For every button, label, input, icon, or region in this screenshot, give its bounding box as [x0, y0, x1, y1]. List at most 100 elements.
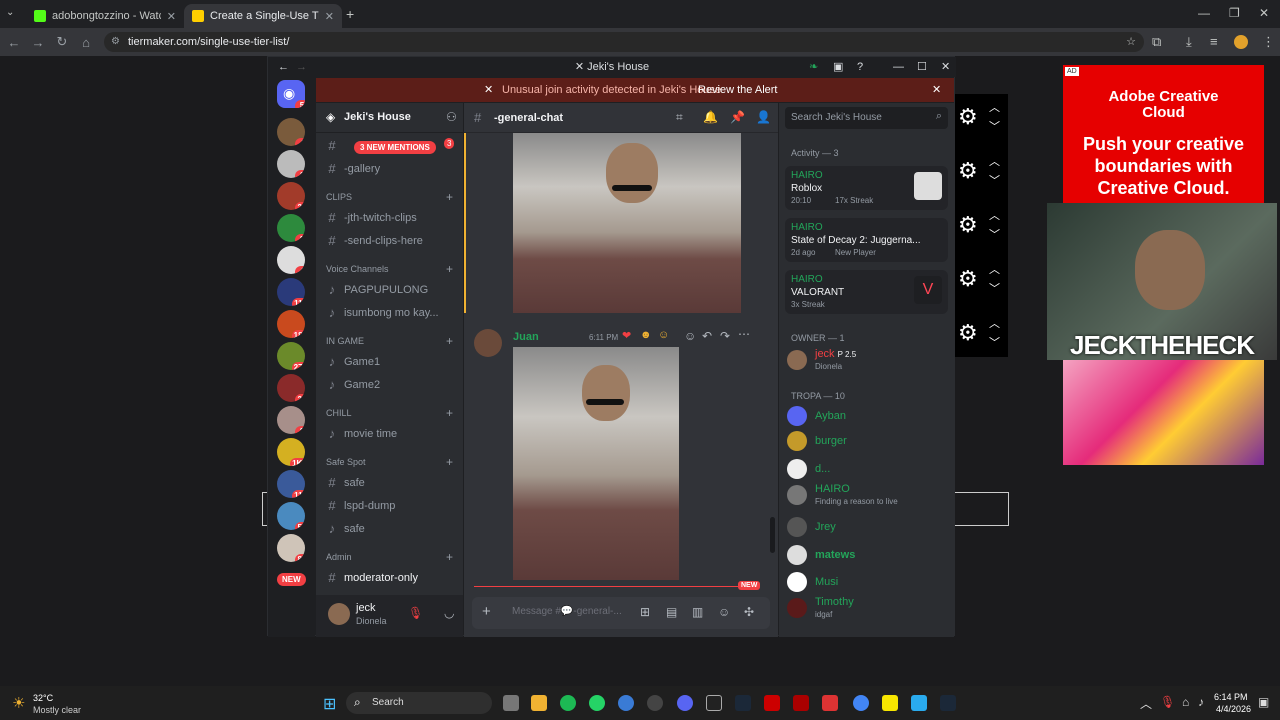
threads-icon[interactable]: ⌗	[676, 110, 683, 125]
member-row[interactable]: HAIRO Finding a reason to live	[787, 483, 898, 507]
add-channel-icon[interactable]: +	[446, 190, 453, 204]
activity-card[interactable]: HAIRO VALORANT 3x Streak V	[785, 270, 948, 314]
scrollbar[interactable]	[770, 517, 775, 553]
star-icon[interactable]: ☆	[1126, 32, 1136, 52]
back-icon[interactable]: ←	[2, 35, 26, 50]
app-icon[interactable]	[618, 695, 634, 711]
member-row[interactable]: Timothy idgaf	[787, 596, 854, 620]
attach-icon[interactable]: +	[482, 603, 491, 620]
network-icon[interactable]: ⌂	[1182, 695, 1189, 709]
file-explorer-icon[interactable]	[531, 695, 547, 711]
server-icon-active[interactable]: 3	[277, 214, 305, 242]
download-icon[interactable]: ⤓	[1186, 34, 1192, 50]
steam-icon[interactable]	[735, 695, 751, 711]
member-row[interactable]: Ayban	[787, 406, 846, 426]
mute-icon[interactable]: 🎙	[408, 606, 423, 620]
forward-icon[interactable]: →	[26, 35, 50, 50]
reload-icon[interactable]: ↻	[50, 34, 74, 50]
activity-card[interactable]: HAIRO State of Decay 2: Juggerna... 2d a…	[785, 218, 948, 262]
bell-icon[interactable]: 🔔	[703, 110, 718, 124]
obs-icon[interactable]	[647, 695, 663, 711]
server-icon[interactable]: 54	[277, 502, 305, 530]
chevron-up-icon[interactable]: ︿	[989, 207, 1000, 223]
emoji-icon[interactable]: ☺	[718, 605, 730, 619]
voice-isumbong[interactable]: ♪ isumbong mo kay...	[326, 305, 439, 320]
search-input[interactable]: Search Jeki's House ⌕	[785, 107, 948, 129]
profile-avatar[interactable]	[1234, 35, 1248, 49]
category-admin[interactable]: Admin	[326, 552, 352, 562]
activity-card[interactable]: HAIRO Roblox 20:10 17x Streak	[785, 166, 948, 210]
voice-game1[interactable]: ♪ Game1	[326, 354, 380, 369]
avatar[interactable]	[328, 603, 350, 625]
site-info-icon[interactable]: ⚙	[111, 32, 120, 52]
reaction-laugh[interactable]: ☻	[640, 329, 652, 341]
voice-movie-time[interactable]: ♪ movie time	[326, 426, 397, 441]
add-channel-icon[interactable]: +	[446, 550, 453, 564]
voice-pagpupulong[interactable]: ♪ PAGPUPULONG	[326, 282, 428, 297]
maximize-icon[interactable]: ❐	[1229, 6, 1240, 20]
chevron-up-icon[interactable]: ︿	[989, 153, 1000, 169]
notification-icon[interactable]: ▣	[1258, 695, 1269, 709]
forward-icon[interactable]: →	[296, 57, 307, 77]
channel-hidden[interactable]: #	[326, 138, 338, 153]
url-field[interactable]: ⚙ tiermaker.com/single-use-tier-list/ ☆	[104, 32, 1144, 52]
channel-gallery[interactable]: # -gallery	[326, 161, 380, 176]
message-composer[interactable]: + Message #💬-general-... ⊞ ▤ ▥ ☺ ✣	[472, 597, 770, 629]
sticker-icon[interactable]: ▥	[692, 605, 703, 619]
chevron-up-icon[interactable]: ︿	[1140, 695, 1152, 712]
server-icon[interactable]: 4	[277, 246, 305, 274]
server-icon[interactable]: 271	[277, 342, 305, 370]
task-view-icon[interactable]	[503, 695, 519, 711]
member-row[interactable]: Jrey	[787, 517, 836, 537]
members-icon[interactable]: 👤	[756, 110, 771, 124]
reaction-heart[interactable]: ❤	[622, 329, 631, 342]
channel-safe[interactable]: # safe	[326, 475, 364, 490]
reading-list-icon[interactable]: ≡	[1210, 34, 1218, 49]
chevron-down-icon[interactable]: ﹀	[989, 226, 1000, 242]
sticky-notes-icon[interactable]	[882, 695, 898, 711]
gear-icon[interactable]: ⚙	[958, 212, 978, 238]
category-safe-spot[interactable]: Safe Spot	[326, 457, 366, 467]
tab-kick[interactable]: adobongtozzino - Watch the V ✕	[26, 4, 184, 28]
inbox-icon[interactable]: ▣	[833, 57, 843, 77]
nitro-icon[interactable]: ❧	[809, 57, 818, 77]
chevron-down-icon[interactable]: ﹀	[989, 280, 1000, 296]
app-icon[interactable]	[822, 695, 838, 711]
server-icon[interactable]: 114	[277, 278, 305, 306]
add-channel-icon[interactable]: +	[446, 455, 453, 469]
maximize-icon[interactable]: ☐	[917, 57, 927, 77]
close-icon[interactable]: ✕	[167, 10, 176, 23]
close-icon[interactable]: ✕	[941, 57, 950, 77]
chevron-up-icon[interactable]: ︿	[989, 99, 1000, 115]
chevron-up-icon[interactable]: ︿	[989, 315, 1000, 331]
add-reaction-icon[interactable]: ☺	[684, 329, 696, 343]
add-channel-icon[interactable]: +	[446, 406, 453, 420]
reaction-grin[interactable]: ☺	[658, 329, 669, 341]
steam-icon[interactable]	[940, 695, 956, 711]
tab-tiermaker[interactable]: Create a Single-Use Tier List (P ✕	[184, 4, 342, 28]
category-voice[interactable]: Voice Channels	[326, 264, 389, 274]
new-pill[interactable]: NEW	[277, 573, 306, 586]
discord-icon[interactable]	[677, 695, 693, 711]
gif-icon[interactable]: ▤	[666, 605, 677, 619]
app-icon[interactable]	[793, 695, 809, 711]
pin-icon[interactable]: 📌	[730, 110, 745, 124]
help-icon[interactable]: ?	[857, 57, 863, 77]
server-icon[interactable]: 1	[277, 150, 305, 178]
chrome-icon[interactable]	[853, 695, 869, 711]
server-icon[interactable]: 89	[277, 534, 305, 562]
gear-icon[interactable]: ⚙	[958, 104, 978, 130]
app-icon[interactable]	[764, 695, 780, 711]
member-row[interactable]: d...	[787, 459, 830, 479]
volume-icon[interactable]: ♪	[1198, 695, 1204, 709]
menu-icon[interactable]: ⋮	[1262, 34, 1275, 50]
member-row[interactable]: matews	[787, 545, 855, 565]
review-alert-link[interactable]: Review the Alert	[698, 78, 777, 102]
close-window-icon[interactable]: ✕	[1259, 6, 1269, 20]
mic-icon[interactable]: 🎙	[1160, 695, 1175, 709]
chevron-down-icon[interactable]: ﹀	[989, 334, 1000, 350]
whatsapp-icon[interactable]	[589, 695, 605, 711]
epic-icon[interactable]	[706, 695, 722, 711]
member-owner[interactable]: jeck P 2.5 Dionela	[787, 348, 856, 372]
more-icon[interactable]: ⋯	[738, 327, 750, 341]
